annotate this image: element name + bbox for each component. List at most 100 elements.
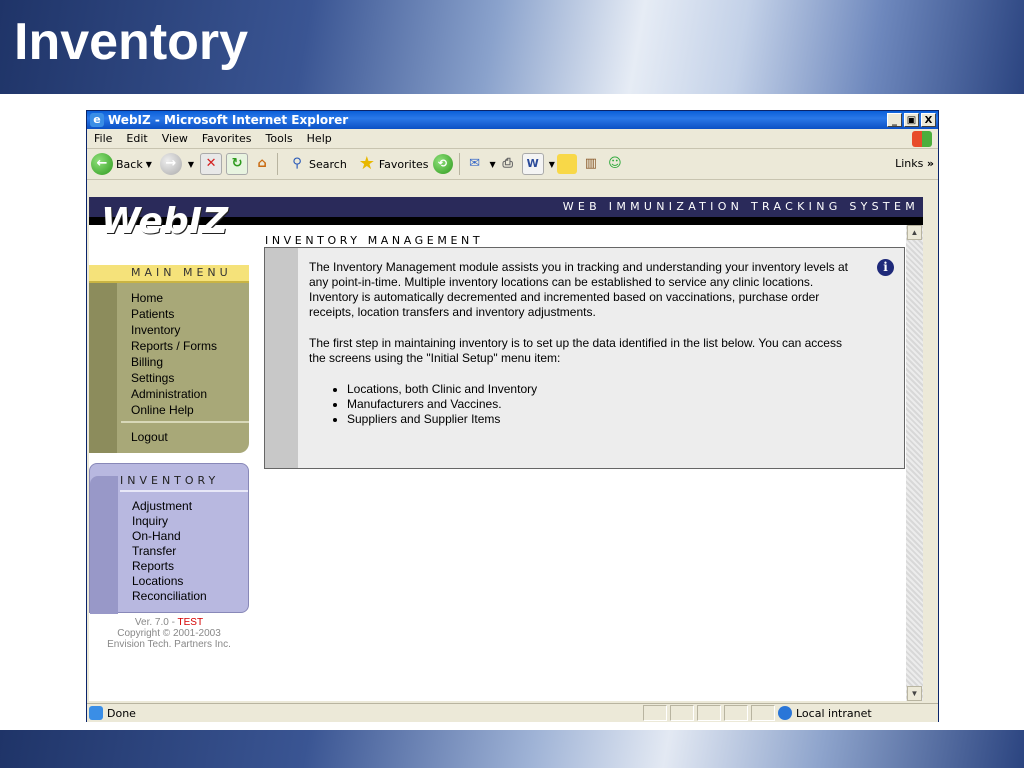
links-label: Links: [895, 157, 924, 170]
webiz-logo[interactable]: WebIZ: [101, 201, 228, 242]
version-info: Ver. 7.0 - TEST Copyright © 2001-2003 En…: [89, 617, 249, 650]
info-paragraph-2: The first step in maintaining inventory …: [309, 336, 842, 365]
nav-logout[interactable]: Logout: [131, 430, 168, 444]
back-button[interactable]: ← Back ▼: [91, 153, 152, 175]
inv-on-hand[interactable]: On-Hand: [132, 529, 207, 544]
status-cell: [670, 705, 694, 721]
slide-header: Inventory: [0, 0, 1024, 94]
status-cell: [697, 705, 721, 721]
version-label: Ver. 7.0 -: [134, 617, 178, 628]
ie-window: e WebIZ - Microsoft Internet Explorer _ …: [86, 110, 939, 722]
toolbar-separator: [458, 153, 460, 175]
nav-billing[interactable]: Billing: [131, 354, 217, 370]
list-item: Suppliers and Supplier Items: [347, 412, 849, 427]
toolbar: ← Back ▼ → ▼ ✕ ↻ ⌂ ⚲ Search ★ Favorites …: [87, 149, 938, 180]
company-name: Envision Tech. Partners Inc.: [107, 639, 231, 650]
research-icon[interactable]: ▥: [581, 154, 601, 174]
status-cell: [724, 705, 748, 721]
vertical-scrollbar[interactable]: ▲ ▼: [906, 225, 923, 701]
main-menu-title: MAIN MENU: [131, 266, 232, 279]
info-paragraph-1: The Inventory Management module assists …: [309, 260, 848, 319]
list-item: Locations, both Clinic and Inventory: [347, 382, 849, 397]
menu-tools[interactable]: Tools: [259, 132, 300, 145]
nav-patients[interactable]: Patients: [131, 306, 217, 322]
zone-label: Local intranet: [796, 706, 872, 720]
inv-reports[interactable]: Reports: [132, 559, 207, 574]
inv-inquiry[interactable]: Inquiry: [132, 514, 207, 529]
inv-transfer[interactable]: Transfer: [132, 544, 207, 559]
messenger-icon[interactable]: ☺: [605, 154, 625, 174]
print-icon[interactable]: ⎙: [498, 154, 518, 174]
status-area: Done: [87, 706, 640, 720]
inventory-menu-items: Adjustment Inquiry On-Hand Transfer Repo…: [132, 499, 207, 604]
inventory-menu-title: INVENTORY: [120, 474, 220, 487]
nav-settings[interactable]: Settings: [131, 370, 217, 386]
favorites-label: Favorites: [378, 157, 429, 171]
inventory-info-panel: The Inventory Management module assists …: [264, 247, 905, 469]
minimize-button[interactable]: _: [887, 113, 902, 127]
slide-title: Inventory: [14, 13, 249, 71]
maximize-button[interactable]: ▣: [904, 113, 919, 127]
slide-footer: [0, 730, 1024, 768]
menu-stripe: [89, 283, 117, 453]
toolbar-separator: [277, 153, 279, 175]
info-icon[interactable]: i: [877, 259, 894, 276]
inventory-menu: INVENTORY Adjustment Inquiry On-Hand Tra…: [89, 463, 249, 614]
home-icon[interactable]: ⌂: [252, 154, 272, 174]
menu-help[interactable]: Help: [300, 132, 339, 145]
copyright: Copyright © 2001-2003: [117, 628, 221, 639]
window-title: WebIZ - Microsoft Internet Explorer: [108, 113, 349, 127]
nav-home[interactable]: Home: [131, 290, 217, 306]
page-content: WEB IMMUNIZATION TRACKING SYSTEM WebIZ M…: [89, 197, 923, 701]
status-text: Done: [107, 706, 136, 720]
stop-icon[interactable]: ✕: [200, 153, 223, 175]
menu-view[interactable]: View: [155, 132, 195, 145]
edit-icon[interactable]: W: [521, 153, 544, 175]
menu-favorites[interactable]: Favorites: [195, 132, 259, 145]
nav-administration[interactable]: Administration: [131, 386, 217, 402]
star-icon: ★: [358, 153, 375, 174]
menubar: File Edit View Favorites Tools Help: [87, 129, 938, 149]
intranet-icon: [778, 706, 792, 720]
scroll-down-button[interactable]: ▼: [907, 686, 922, 701]
window-titlebar[interactable]: e WebIZ - Microsoft Internet Explorer _ …: [87, 111, 938, 129]
nav-online-help[interactable]: Online Help: [131, 402, 217, 418]
history-icon[interactable]: ⟲: [432, 154, 453, 174]
scroll-up-button[interactable]: ▲: [907, 225, 922, 240]
menu-stripe: [90, 476, 118, 614]
note-icon[interactable]: [556, 154, 577, 174]
status-bar: Done Local intranet: [87, 703, 938, 722]
search-label: Search: [309, 157, 347, 171]
nav-inventory[interactable]: Inventory: [131, 322, 217, 338]
back-label: Back: [116, 157, 143, 171]
inv-adjustment[interactable]: Adjustment: [132, 499, 207, 514]
links-chevron-icon: »: [926, 157, 934, 170]
nav-reports-forms[interactable]: Reports / Forms: [131, 338, 217, 354]
chevron-down-icon: ▼: [187, 159, 195, 169]
search-icon: ⚲: [292, 156, 302, 171]
chevron-down-icon: ▼: [145, 159, 152, 169]
forward-button[interactable]: → ▼: [159, 153, 195, 175]
main-menu: MAIN MENU Home Patients Inventory Report…: [89, 265, 249, 453]
main-menu-header: MAIN MENU: [89, 265, 249, 283]
favorites-button[interactable]: ★ Favorites: [355, 154, 429, 174]
search-button[interactable]: ⚲ Search: [285, 154, 347, 174]
main-menu-items: Home Patients Inventory Reports / Forms …: [131, 290, 217, 418]
banner-text: WEB IMMUNIZATION TRACKING SYSTEM: [562, 200, 919, 213]
info-text: The Inventory Management module assists …: [309, 260, 849, 427]
status-cell: [643, 705, 667, 721]
mail-icon[interactable]: ✉: [465, 154, 485, 174]
close-button[interactable]: X: [921, 113, 936, 127]
ie-icon: e: [90, 113, 104, 127]
status-cell: [751, 705, 775, 721]
inv-reconciliation[interactable]: Reconciliation: [132, 589, 207, 604]
chevron-down-icon[interactable]: ▼: [490, 160, 496, 169]
links-button[interactable]: Links »: [895, 157, 934, 170]
list-item: Manufacturers and Vaccines.: [347, 397, 849, 412]
refresh-icon[interactable]: ↻: [226, 153, 249, 175]
section-title: INVENTORY MANAGEMENT: [265, 234, 484, 247]
menu-edit[interactable]: Edit: [119, 132, 154, 145]
menu-file[interactable]: File: [87, 132, 119, 145]
inv-locations[interactable]: Locations: [132, 574, 207, 589]
chevron-down-icon[interactable]: ▼: [549, 160, 555, 169]
